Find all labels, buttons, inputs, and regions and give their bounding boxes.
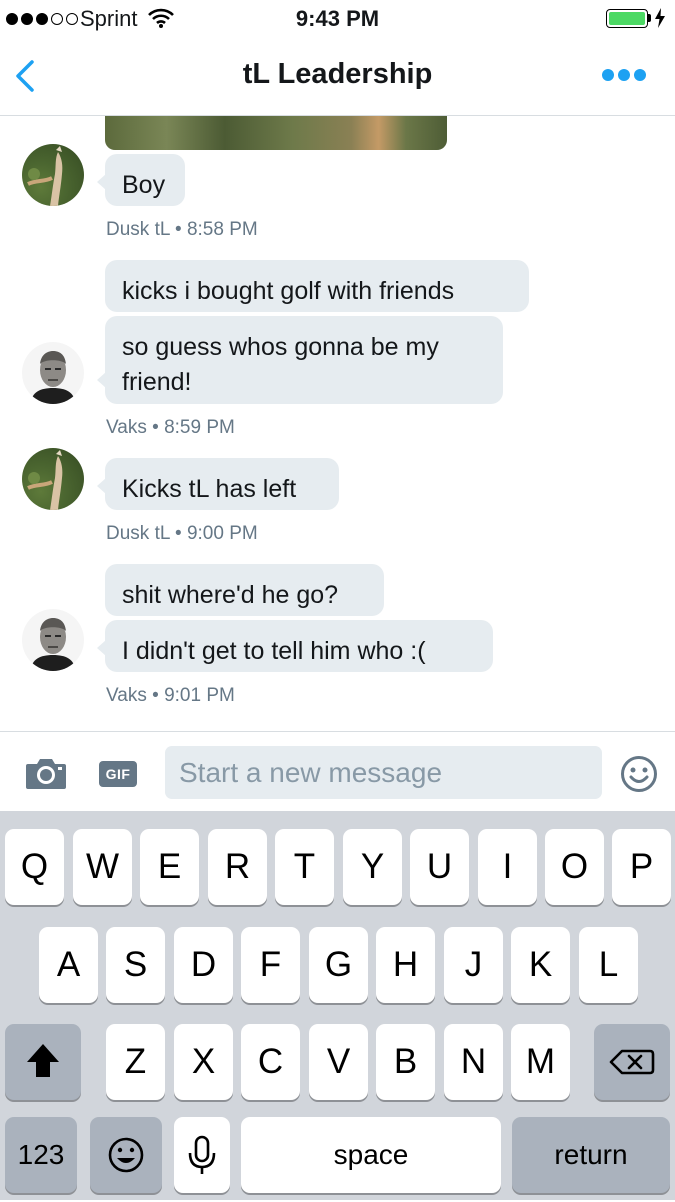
meta-separator: • <box>175 523 182 544</box>
message-time: 8:59 PM <box>164 417 235 438</box>
key-j[interactable]: J <box>444 927 503 1003</box>
conversation-header: tL Leadership <box>0 38 675 116</box>
message-bubble[interactable]: I didn't get to tell him who :( <box>97 620 493 672</box>
message-text: kicks i bought golf with friends <box>122 277 455 305</box>
message-list[interactable]: Boy Dusk tL • 8:58 PM kicks i bought gol… <box>0 116 675 731</box>
key-g[interactable]: G <box>309 927 368 1003</box>
key-f[interactable]: F <box>241 927 300 1003</box>
microphone-icon <box>188 1135 216 1174</box>
meta-separator: • <box>175 219 182 240</box>
message-text-line: so guess whos gonna be my <box>122 333 439 361</box>
key-o[interactable]: O <box>545 829 604 905</box>
key-b[interactable]: B <box>376 1024 435 1100</box>
keyboard: Q W E R T Y U I O P A S D F G H J K L Z … <box>0 811 675 1200</box>
message-text: Boy <box>122 171 166 199</box>
emoji-key[interactable] <box>90 1117 162 1193</box>
message-meta: Vaks • 8:59 PM <box>106 417 235 439</box>
message-bubble[interactable]: Kicks tL has left <box>97 458 339 510</box>
delete-key[interactable] <box>594 1024 670 1100</box>
key-y[interactable]: Y <box>343 829 402 905</box>
shift-key[interactable] <box>5 1024 81 1100</box>
message-bubble[interactable]: kicks i bought golf with friends <box>105 260 529 312</box>
message-text: shit where'd he go? <box>122 581 339 609</box>
key-w[interactable]: W <box>73 829 132 905</box>
key-h[interactable]: H <box>376 927 435 1003</box>
message-meta: Vaks • 9:01 PM <box>106 685 235 707</box>
avatar-vaks[interactable] <box>22 342 84 404</box>
return-key[interactable]: return <box>512 1117 670 1193</box>
sender-name: Vaks <box>106 417 147 438</box>
key-s[interactable]: S <box>106 927 165 1003</box>
key-q[interactable]: Q <box>5 829 64 905</box>
sender-name: Vaks <box>106 685 147 706</box>
numbers-key[interactable]: 123 <box>5 1117 77 1193</box>
key-e[interactable]: E <box>140 829 199 905</box>
key-x[interactable]: X <box>174 1024 233 1100</box>
emoji-keyboard-icon <box>108 1137 144 1173</box>
avatar-image <box>30 618 76 671</box>
message-composer: GIF Start a new message <box>0 731 675 812</box>
sender-name: Dusk tL <box>106 523 170 544</box>
avatar-vaks[interactable] <box>22 609 84 671</box>
dot <box>618 69 630 81</box>
more-dots-icon[interactable] <box>602 69 646 81</box>
message-time: 8:58 PM <box>186 219 258 240</box>
battery-cap <box>648 14 651 22</box>
message-bubble[interactable]: shit where'd he go? <box>105 564 384 616</box>
key-r[interactable]: R <box>208 829 267 905</box>
message-bubble[interactable]: Boy <box>97 154 185 206</box>
key-m[interactable]: M <box>511 1024 570 1100</box>
shared-image-message[interactable] <box>105 116 447 150</box>
space-key[interactable]: space <box>241 1117 501 1193</box>
meta-separator: • <box>152 417 159 438</box>
message-meta: Dusk tL • 8:58 PM <box>106 219 258 241</box>
message-text: Kicks tL has left <box>122 475 297 503</box>
meta-separator: • <box>152 685 159 706</box>
gif-button[interactable]: GIF <box>99 761 137 787</box>
microphone-key[interactable] <box>174 1117 230 1193</box>
key-p[interactable]: P <box>612 829 671 905</box>
message-meta: Dusk tL • 9:00 PM <box>106 523 258 545</box>
avatar-image <box>27 146 63 206</box>
conversation-title: tL Leadership <box>242 58 433 90</box>
message-time: 9:00 PM <box>186 523 258 544</box>
backspace-icon <box>609 1049 655 1075</box>
sender-name: Dusk tL <box>106 219 170 240</box>
dot <box>602 69 614 81</box>
shift-arrow-icon <box>27 1044 59 1077</box>
camera-icon[interactable] <box>25 756 67 790</box>
dot <box>634 69 646 81</box>
message-bubble[interactable]: so guess whos gonna be my friend! <box>97 316 503 404</box>
avatar-image <box>30 351 76 404</box>
key-i[interactable]: I <box>478 829 537 905</box>
smiley-icon[interactable] <box>620 755 658 793</box>
message-time: 9:01 PM <box>164 685 235 706</box>
key-c[interactable]: C <box>241 1024 300 1100</box>
key-v[interactable]: V <box>309 1024 368 1100</box>
key-l[interactable]: L <box>579 927 638 1003</box>
status-bar: Sprint 9:43 PM <box>0 0 675 38</box>
charging-bolt-icon <box>655 8 665 28</box>
avatar-dusk[interactable] <box>22 144 84 206</box>
key-a[interactable]: A <box>39 927 98 1003</box>
message-input[interactable]: Start a new message <box>165 746 602 799</box>
key-n[interactable]: N <box>444 1024 503 1100</box>
battery-icon <box>606 9 648 28</box>
message-text-line: friend! <box>122 368 192 396</box>
key-d[interactable]: D <box>174 927 233 1003</box>
message-text: I didn't get to tell him who :( <box>122 637 426 665</box>
key-k[interactable]: K <box>511 927 570 1003</box>
battery-fill <box>609 12 645 25</box>
key-u[interactable]: U <box>410 829 469 905</box>
avatar-image <box>27 450 63 510</box>
status-time: 9:43 PM <box>295 6 380 31</box>
key-t[interactable]: T <box>275 829 334 905</box>
avatar-dusk[interactable] <box>22 448 84 510</box>
key-z[interactable]: Z <box>106 1024 165 1100</box>
